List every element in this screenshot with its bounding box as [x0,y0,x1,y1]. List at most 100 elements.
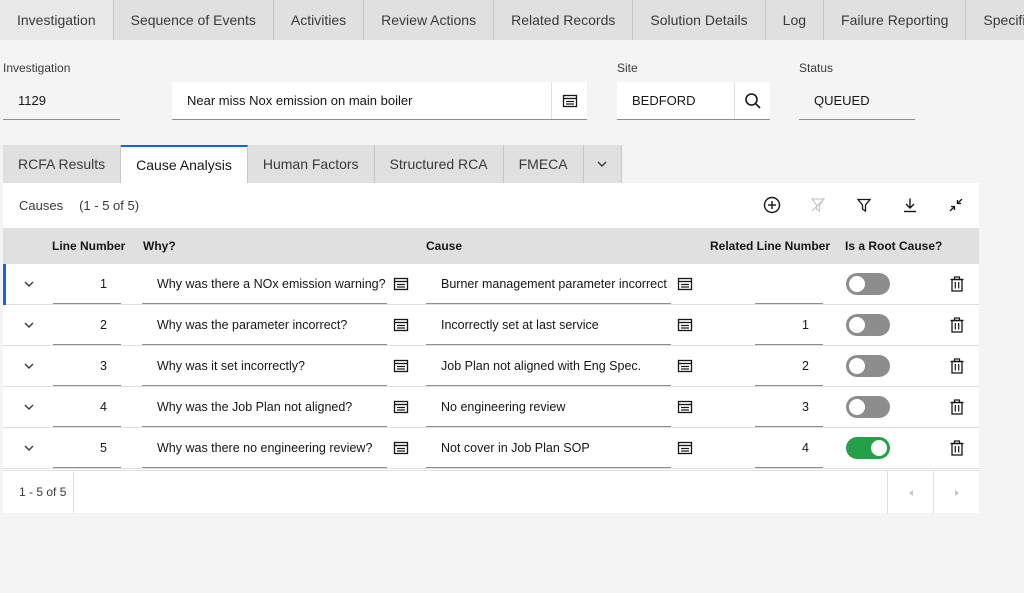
tab-structured-rca[interactable]: Structured RCA [374,145,504,183]
why-lookup-button[interactable] [391,305,411,345]
root-cause-toggle-cell [846,264,890,304]
header-line-number[interactable]: Line Number [52,228,125,264]
expand-row-button[interactable] [19,428,39,468]
root-cause-toggle[interactable] [846,355,890,377]
cause-lookup-button[interactable] [675,305,695,345]
status-label: Status [799,61,834,75]
why-lookup-button[interactable] [391,346,411,386]
chevron-down-icon [24,445,34,451]
clear-filter-button[interactable] [795,183,841,227]
toggle-knob [849,358,865,374]
cause-lookup-button[interactable] [675,387,695,427]
why-field[interactable]: Why was the Job Plan not aligned? [142,387,387,427]
trash-icon [950,440,964,456]
table-title: Causes [19,197,64,213]
cause-lookup-button[interactable] [675,428,695,468]
expand-row-button[interactable] [19,305,39,345]
table-row[interactable]: 1 Why was there a NOx emission warning? Bu… [3,264,979,305]
download-button[interactable] [887,183,933,227]
root-cause-toggle-cell [846,428,890,468]
expand-row-button[interactable] [19,264,39,304]
tab-cause-analysis[interactable]: Cause Analysis [121,145,248,183]
tab-activities[interactable]: Activities [273,0,365,40]
delete-row-button[interactable] [947,305,967,345]
delete-row-button[interactable] [947,264,967,304]
description-lookup-button[interactable] [551,82,587,119]
delete-row-button[interactable] [947,346,967,386]
header-is-root-cause[interactable]: Is a Root Cause? [845,228,942,264]
tab-human-factors[interactable]: Human Factors [247,145,375,183]
related-line-number-field[interactable]: 4 [755,428,823,468]
why-field[interactable]: Why was there a NOx emission warning? [142,264,387,304]
expand-row-button[interactable] [19,387,39,427]
tab-log[interactable]: Log [765,0,825,40]
causes-table: Causes (1 - 5 of 5) Line Number Why? Cau… [3,183,979,514]
previous-page-button[interactable] [887,471,933,514]
tab-rcfa-results[interactable]: RCFA Results [3,145,122,183]
table-row[interactable]: 4 Why was the Job Plan not aligned? No eng… [3,387,979,428]
tab-sequence-of-events[interactable]: Sequence of Events [113,0,274,40]
tab-fmeca[interactable]: FMECA [503,145,584,183]
add-row-button[interactable] [749,183,795,227]
root-cause-toggle[interactable] [846,314,890,336]
root-cause-toggle[interactable] [846,437,890,459]
why-lookup-button[interactable] [391,387,411,427]
chevron-left-icon [908,489,913,496]
cause-field[interactable]: Not cover in Job Plan SOP [426,428,671,468]
site-search-button[interactable] [734,82,770,119]
description-field[interactable]: Near miss Nox emission on main boiler [172,82,587,120]
line-number-field[interactable]: 4 [53,387,121,427]
next-page-button[interactable] [933,471,979,514]
table-row[interactable]: 3 Why was it set incorrectly? Job Plan not… [3,346,979,387]
site-value: BEDFORD [632,93,696,108]
header-why[interactable]: Why? [143,228,176,264]
cause-field[interactable]: Incorrectly set at last service [426,305,671,345]
root-cause-toggle[interactable] [846,396,890,418]
related-line-number-field[interactable] [755,264,823,304]
minimize-button[interactable] [933,183,979,227]
why-field[interactable]: Why was the parameter incorrect? [142,305,387,345]
lookup-icon [677,277,693,291]
search-icon [744,92,761,109]
tab-failure-reporting[interactable]: Failure Reporting [824,0,967,40]
header-related-line-number[interactable]: Related Line Number [710,228,830,264]
expand-row-button[interactable] [19,346,39,386]
more-tabs-button[interactable] [583,145,622,183]
trash-icon [950,399,964,415]
trash-icon [950,276,964,292]
why-field[interactable]: Why was it set incorrectly? [142,346,387,386]
table-row[interactable]: 2 Why was the parameter incorrect? Incorre… [3,305,979,346]
line-number-field[interactable]: 5 [53,428,121,468]
cause-field[interactable]: Burner management parameter incorrect [426,264,671,304]
line-number-field[interactable]: 1 [53,264,121,304]
header-cause[interactable]: Cause [426,228,462,264]
delete-row-button[interactable] [947,387,967,427]
root-cause-toggle-cell [846,387,890,427]
related-line-number-field[interactable]: 1 [755,305,823,345]
cause-lookup-button[interactable] [675,264,695,304]
filter-button[interactable] [841,183,887,227]
why-lookup-button[interactable] [391,264,411,304]
related-line-number-field[interactable]: 3 [755,387,823,427]
tab-related-records[interactable]: Related Records [494,0,634,40]
why-field[interactable]: Why was there no engineering review? [142,428,387,468]
delete-row-button[interactable] [947,428,967,468]
tab-review-actions[interactable]: Review Actions [364,0,495,40]
cause-field[interactable]: Job Plan not aligned with Eng Spec. [426,346,671,386]
tab-investigation[interactable]: Investigation [0,0,114,40]
line-number-field[interactable]: 3 [53,346,121,386]
cause-lookup-button[interactable] [675,346,695,386]
line-number-field[interactable]: 2 [53,305,121,345]
tab-specifications[interactable]: Specifications [966,0,1024,40]
table-row[interactable]: 5 Why was there no engineering review? Not… [3,428,979,469]
site-field[interactable]: BEDFORD [617,82,770,120]
lookup-icon [562,94,577,107]
chevron-down-icon [24,322,34,328]
investigation-number-field[interactable]: 1129 [3,82,120,120]
why-lookup-button[interactable] [391,428,411,468]
tab-solution-details[interactable]: Solution Details [633,0,766,40]
lookup-icon [393,400,409,414]
related-line-number-field[interactable]: 2 [755,346,823,386]
cause-field[interactable]: No engineering review [426,387,671,427]
root-cause-toggle[interactable] [846,273,890,295]
